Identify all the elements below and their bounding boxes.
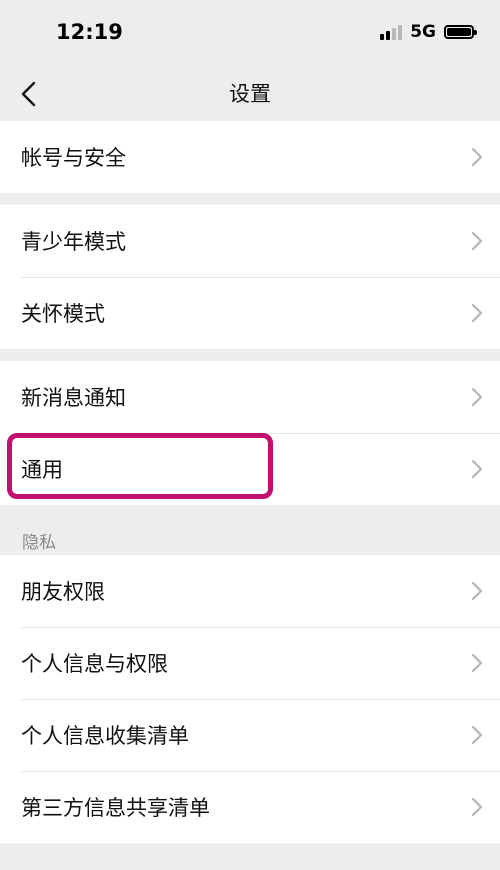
battery-icon bbox=[444, 25, 477, 39]
signal-icon bbox=[380, 24, 403, 40]
settings-row-personal-info-collection[interactable]: 个人信息收集清单 bbox=[0, 699, 500, 771]
row-label: 青少年模式 bbox=[21, 230, 126, 254]
nav-bar: 设置 bbox=[0, 68, 500, 120]
settings-section-privacy: 朋友权限 个人信息与权限 个人信息收集清单 第三方信息共享清单 bbox=[0, 555, 500, 843]
chevron-right-icon bbox=[472, 654, 482, 672]
row-label: 个人信息收集清单 bbox=[21, 724, 189, 748]
settings-row-personal-info-permissions[interactable]: 个人信息与权限 bbox=[0, 627, 500, 699]
chevron-right-icon bbox=[472, 582, 482, 600]
network-type: 5G bbox=[410, 22, 436, 42]
settings-section-account: 帐号与安全 bbox=[0, 121, 500, 193]
chevron-right-icon bbox=[472, 232, 482, 250]
row-label: 个人信息与权限 bbox=[21, 652, 168, 676]
settings-row-account-security[interactable]: 帐号与安全 bbox=[0, 121, 500, 193]
settings-row-third-party-sharing[interactable]: 第三方信息共享清单 bbox=[0, 771, 500, 843]
highlight-annotation bbox=[7, 433, 273, 499]
section-header-privacy: 隐私 bbox=[22, 533, 56, 553]
settings-row-teen-mode[interactable]: 青少年模式 bbox=[0, 205, 500, 277]
status-bar: 12:19 5G bbox=[0, 0, 500, 68]
chevron-right-icon bbox=[472, 148, 482, 166]
row-label: 第三方信息共享清单 bbox=[21, 796, 210, 820]
row-label: 关怀模式 bbox=[21, 302, 105, 326]
row-label: 帐号与安全 bbox=[21, 146, 126, 170]
status-time: 12:19 bbox=[56, 20, 123, 44]
settings-row-friend-permissions[interactable]: 朋友权限 bbox=[0, 555, 500, 627]
row-label: 朋友权限 bbox=[21, 580, 105, 604]
chevron-right-icon bbox=[472, 726, 482, 744]
chevron-right-icon bbox=[472, 798, 482, 816]
settings-row-notifications[interactable]: 新消息通知 bbox=[0, 361, 500, 433]
page-title: 设置 bbox=[229, 82, 271, 106]
row-label: 新消息通知 bbox=[21, 386, 126, 410]
settings-row-care-mode[interactable]: 关怀模式 bbox=[0, 277, 500, 349]
chevron-right-icon bbox=[472, 388, 482, 406]
status-icons: 5G bbox=[380, 22, 477, 42]
chevron-right-icon bbox=[472, 304, 482, 322]
settings-section-modes: 青少年模式 关怀模式 bbox=[0, 205, 500, 349]
chevron-right-icon bbox=[472, 460, 482, 478]
